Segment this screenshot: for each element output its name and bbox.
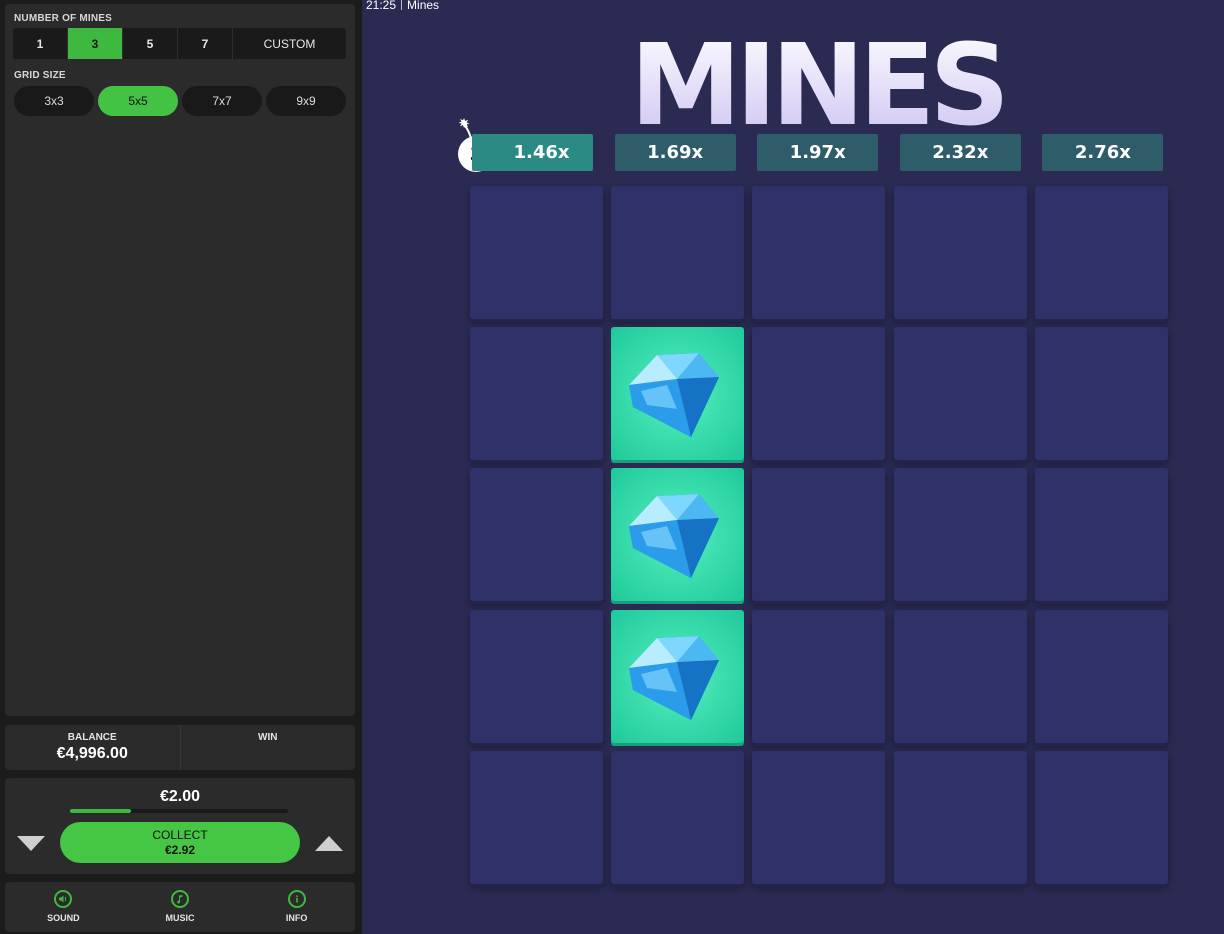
diamond-icon bbox=[629, 353, 720, 438]
multiplier-3: 1.97x bbox=[757, 134, 879, 171]
decrease-bet-arrow-icon[interactable] bbox=[17, 836, 45, 851]
speaker-icon bbox=[54, 890, 73, 908]
music-button[interactable]: MUSIC bbox=[122, 882, 239, 932]
grid-option-9x9[interactable]: 9x9 bbox=[266, 86, 346, 116]
tile-hidden[interactable] bbox=[893, 186, 1027, 319]
grid-size-label: GRID SIZE bbox=[14, 70, 66, 81]
bet-slider[interactable] bbox=[70, 809, 288, 813]
mines-option-1[interactable]: 1 bbox=[13, 28, 68, 59]
sound-button[interactable]: SOUND bbox=[5, 882, 122, 932]
win-section: WIN bbox=[179, 725, 356, 770]
tile-gem[interactable] bbox=[611, 609, 745, 743]
info-icon bbox=[287, 890, 306, 908]
tile-hidden[interactable] bbox=[470, 609, 603, 743]
tile-hidden[interactable] bbox=[470, 468, 603, 602]
tile-hidden[interactable] bbox=[611, 186, 745, 319]
mines-option-7[interactable]: 7 bbox=[178, 28, 233, 59]
game-area: 21:25Mines MINES 3 1.46x1.69x1.97x2.32x2… bbox=[362, 0, 1224, 934]
tile-hidden[interactable] bbox=[1034, 327, 1168, 461]
settings-panel: NUMBER OF MINES 1 3 5 7 CUSTOM GRID SIZE… bbox=[5, 4, 355, 716]
mines-selector: 1 3 5 7 CUSTOM bbox=[13, 28, 346, 59]
grid-option-5x5[interactable]: 5x5 bbox=[98, 86, 178, 116]
left-panel: NUMBER OF MINES 1 3 5 7 CUSTOM GRID SIZE… bbox=[0, 0, 362, 934]
bet-amount: €2.00 bbox=[159, 788, 201, 805]
sound-label: SOUND bbox=[47, 913, 80, 923]
mines-label: NUMBER OF MINES bbox=[14, 13, 112, 24]
tile-hidden[interactable] bbox=[893, 468, 1027, 602]
status-bar: 21:25 Mines bbox=[366, 0, 439, 12]
mines-option-5[interactable]: 5 bbox=[123, 28, 178, 59]
multiplier-2: 1.69x bbox=[614, 134, 736, 171]
tile-hidden[interactable] bbox=[893, 750, 1027, 884]
tile-hidden[interactable] bbox=[893, 609, 1027, 743]
tile-hidden[interactable] bbox=[1034, 609, 1168, 743]
increase-bet-arrow-icon[interactable] bbox=[315, 836, 343, 851]
diamond-icon bbox=[629, 494, 720, 579]
tile-hidden[interactable] bbox=[893, 327, 1027, 461]
mines-option-3[interactable]: 3 bbox=[68, 28, 123, 59]
tile-gem[interactable] bbox=[611, 468, 745, 602]
multiplier-4: 2.32x bbox=[899, 134, 1021, 171]
balance-panel: BALANCE €4,996.00 WIN bbox=[5, 725, 355, 770]
game-board bbox=[470, 186, 1170, 886]
music-label: MUSIC bbox=[165, 913, 195, 923]
window-title: Mines bbox=[407, 0, 440, 12]
tile-gem[interactable] bbox=[611, 327, 745, 461]
logo-text: MINES bbox=[632, 24, 1002, 132]
tile-hidden[interactable] bbox=[470, 186, 603, 319]
tile-hidden[interactable] bbox=[752, 327, 886, 461]
info-button[interactable]: INFO bbox=[238, 882, 355, 932]
collect-button[interactable]: COLLECT €2.92 bbox=[60, 822, 300, 863]
info-label: INFO bbox=[285, 913, 308, 923]
multiplier-1: 1.46x bbox=[472, 134, 593, 171]
diamond-icon bbox=[629, 635, 720, 720]
win-label: WIN bbox=[258, 732, 278, 743]
multiplier-5: 2.76x bbox=[1042, 134, 1164, 171]
tile-hidden[interactable] bbox=[1034, 468, 1168, 602]
balance-value: €4,996.00 bbox=[56, 745, 128, 762]
grid-size-selector: 3x3 5x5 7x7 9x9 bbox=[14, 86, 346, 116]
collect-label: COLLECT bbox=[152, 828, 208, 842]
bet-slider-fill bbox=[70, 809, 132, 813]
tile-hidden[interactable] bbox=[752, 609, 886, 743]
tile-hidden[interactable] bbox=[1034, 750, 1168, 884]
balance-section: BALANCE €4,996.00 bbox=[5, 725, 180, 770]
footer-panel: SOUND MUSIC INFO bbox=[5, 882, 355, 932]
tile-hidden[interactable] bbox=[470, 750, 603, 884]
bet-panel: €2.00 COLLECT €2.92 bbox=[5, 778, 355, 874]
tile-hidden[interactable] bbox=[752, 750, 886, 884]
grid-option-3x3[interactable]: 3x3 bbox=[14, 86, 94, 116]
music-note-icon bbox=[171, 890, 189, 908]
collect-value: €2.92 bbox=[164, 843, 196, 857]
tile-hidden[interactable] bbox=[611, 750, 745, 884]
grid-option-7x7[interactable]: 7x7 bbox=[182, 86, 262, 116]
mines-logo: MINES bbox=[632, 24, 1002, 132]
tile-hidden[interactable] bbox=[470, 327, 603, 461]
tile-hidden[interactable] bbox=[752, 468, 886, 602]
balance-label: BALANCE bbox=[67, 732, 117, 743]
clock: 21:25 bbox=[366, 0, 397, 12]
mines-option-custom[interactable]: CUSTOM bbox=[233, 28, 346, 59]
tile-hidden[interactable] bbox=[1034, 186, 1168, 319]
multiplier-bar: 1.46x 1.69x 1.97x 2.32x 2.76x bbox=[472, 134, 1172, 171]
tile-hidden[interactable] bbox=[752, 186, 886, 319]
